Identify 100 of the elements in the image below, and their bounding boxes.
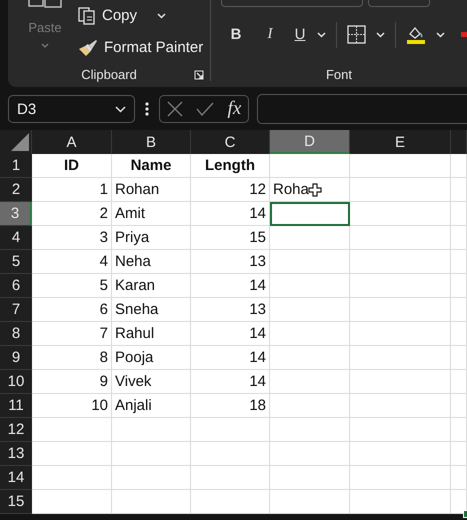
table-cell[interactable] [350,298,451,322]
table-cell[interactable] [270,274,350,298]
table-cell[interactable] [270,226,350,250]
table-cell[interactable]: 7 [32,322,112,346]
table-cell[interactable] [451,154,467,178]
table-cell[interactable]: 14 [191,274,270,298]
table-cell[interactable]: ID [32,154,112,178]
copy-icon[interactable] [78,6,96,24]
column-header[interactable] [451,130,467,154]
table-cell[interactable] [32,442,112,466]
table-cell[interactable] [350,250,451,274]
cancel-icon[interactable] [166,101,183,117]
chevron-icon[interactable] [115,106,126,112]
font-name-field[interactable] [221,0,363,7]
table-cell[interactable] [112,418,191,442]
column-header[interactable]: D [270,130,350,154]
table-cell[interactable] [270,154,350,178]
row-header[interactable]: 11 [0,394,32,418]
table-cell[interactable] [270,370,350,394]
table-cell[interactable] [350,226,451,250]
table-cell[interactable]: 6 [32,298,112,322]
table-cell[interactable] [350,442,451,466]
table-cell[interactable] [350,490,451,514]
table-cell[interactable] [350,274,451,298]
table-cell[interactable] [270,442,350,466]
table-cell[interactable] [451,370,467,394]
row-header[interactable]: 3 [0,202,32,226]
table-cell[interactable] [451,202,467,226]
bold-button[interactable]: B [229,26,243,43]
table-cell[interactable] [350,394,451,418]
table-cell[interactable]: Amit [112,202,191,226]
table-cell[interactable]: 14 [191,370,270,394]
table-cell[interactable]: Pooja [112,346,191,370]
table-cell[interactable] [191,490,270,514]
insert-function-button[interactable]: fx [228,98,242,120]
column-header[interactable]: C [191,130,270,154]
table-cell[interactable] [270,394,350,418]
column-header[interactable]: A [32,130,112,154]
formula-input[interactable] [257,94,467,124]
table-cell[interactable] [350,346,451,370]
table-cell[interactable]: Length [191,154,270,178]
table-cell[interactable] [32,418,112,442]
table-cell[interactable]: Karan [112,274,191,298]
table-cell[interactable] [451,298,467,322]
table-cell[interactable]: 14 [191,202,270,226]
row-header[interactable]: 9 [0,346,32,370]
table-cell[interactable] [350,154,451,178]
table-cell[interactable]: 13 [191,250,270,274]
row-header[interactable]: 4 [0,226,32,250]
table-cell[interactable] [451,394,467,418]
table-cell[interactable] [191,418,270,442]
table-cell[interactable] [270,490,350,514]
table-cell[interactable] [32,466,112,490]
table-cell[interactable] [451,226,467,250]
column-header[interactable]: B [112,130,191,154]
check-icon[interactable] [196,102,214,116]
table-cell[interactable] [191,466,270,490]
table-cell[interactable] [451,274,467,298]
table-cell[interactable]: Priya [112,226,191,250]
row-header[interactable]: 7 [0,298,32,322]
table-cell[interactable] [270,250,350,274]
table-cell[interactable] [451,250,467,274]
table-cell[interactable] [350,178,451,202]
table-cell[interactable] [270,298,350,322]
table-cell[interactable] [451,442,467,466]
table-cell[interactable]: 14 [191,322,270,346]
fill-color-icon[interactable] [406,24,426,44]
table-cell[interactable] [451,322,467,346]
table-cell[interactable]: 12 [191,178,270,202]
table-cell[interactable]: 18 [191,394,270,418]
row-header[interactable]: 8 [0,322,32,346]
table-cell[interactable] [350,418,451,442]
table-cell[interactable] [350,322,451,346]
font-color-icon[interactable] [461,32,467,37]
row-header[interactable]: 13 [0,442,32,466]
table-cell[interactable] [451,418,467,442]
clipboard-icon[interactable] [27,0,63,8]
table-cell[interactable]: 9 [32,370,112,394]
copy-button[interactable]: Copy [102,7,138,24]
table-cell[interactable]: Vivek [112,370,191,394]
font-size-field[interactable] [368,0,430,7]
table-cell[interactable] [112,490,191,514]
row-header[interactable]: 6 [0,274,32,298]
select-all-icon[interactable] [11,133,29,151]
row-header[interactable]: 14 [0,466,32,490]
name-box[interactable]: D3 [8,95,135,123]
table-cell[interactable]: 5 [32,274,112,298]
row-header[interactable]: 10 [0,370,32,394]
table-cell[interactable]: Sneha [112,298,191,322]
borders-icon[interactable] [347,25,366,44]
table-cell[interactable]: 1 [32,178,112,202]
table-cell[interactable] [451,466,467,490]
underline-button[interactable]: U [293,26,307,43]
table-cell[interactable]: Anjali [112,394,191,418]
table-cell[interactable]: Name [112,154,191,178]
italic-button[interactable]: I [263,26,277,43]
table-cell[interactable] [191,442,270,466]
column-header[interactable]: E [350,130,451,154]
format-painter-button[interactable]: Format Painter [104,39,204,56]
table-cell[interactable]: 8 [32,346,112,370]
